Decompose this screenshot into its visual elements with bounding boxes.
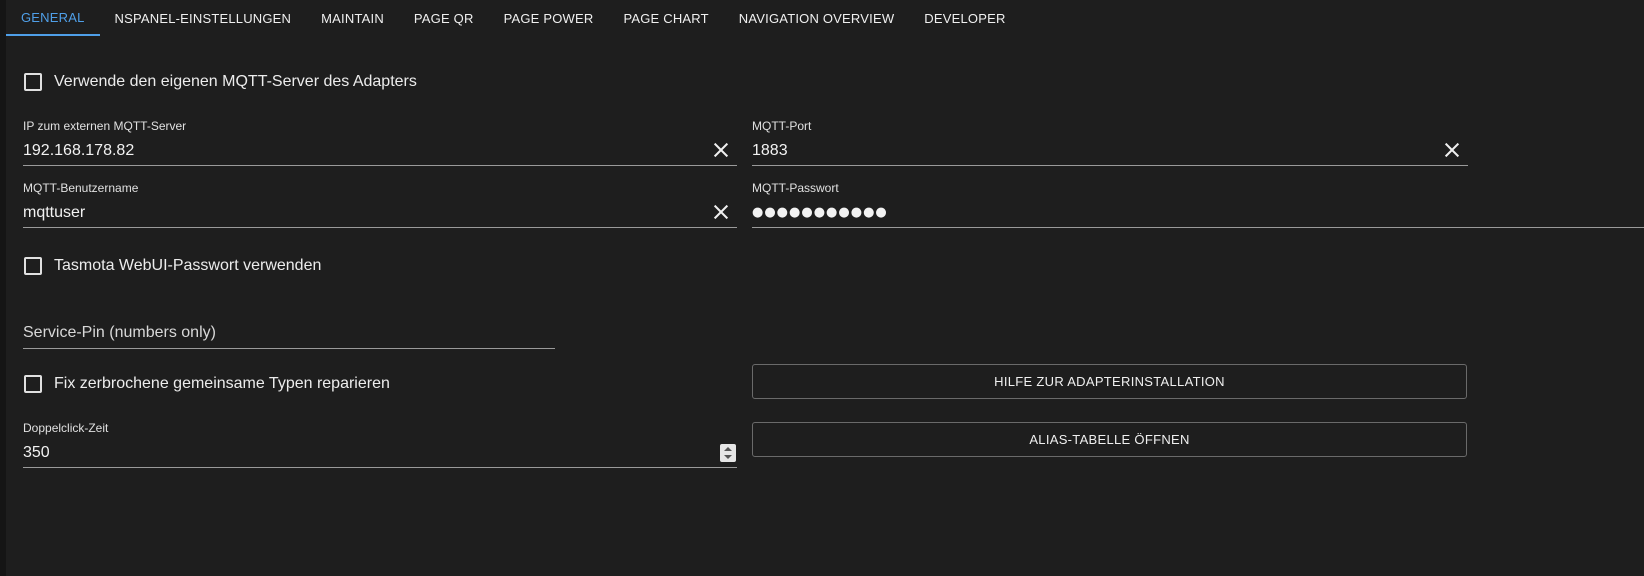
mqtt-port-input[interactable]: 1883 [752,142,788,160]
tab-general[interactable]: GENERAL [6,0,100,36]
number-stepper-icon[interactable] [720,444,736,462]
left-edge-bar [0,0,6,576]
mqtt-password-label: MQTT-Passwort [752,181,839,195]
close-icon[interactable] [713,204,729,220]
mqtt-user-field[interactable]: MQTT-Benutzername mqttuser [23,181,737,228]
stepper-down-icon[interactable] [724,455,732,459]
open-alias-table-button[interactable]: ALIAS-TABELLE ÖFFNEN [752,422,1467,457]
tasmota-password-checkbox[interactable] [24,257,42,275]
tasmota-password-checkbox-row[interactable]: Tasmota WebUI-Passwort verwenden [24,256,321,276]
mqtt-user-label: MQTT-Benutzername [23,181,139,195]
service-pin-input[interactable]: Service-Pin (numbers only) [23,324,216,342]
close-icon[interactable] [1444,142,1460,158]
own-mqtt-label: Verwende den eigenen MQTT-Server des Ada… [54,73,417,90]
tab-nspanel-einstellungen[interactable]: NSPANEL-EINSTELLUNGEN [100,0,307,36]
own-mqtt-checkbox-row[interactable]: Verwende den eigenen MQTT-Server des Ada… [24,72,417,92]
doubleclick-time-label: Doppelclick-Zeit [23,421,109,435]
service-pin-field[interactable]: Service-Pin (numbers only) [23,310,555,349]
fix-types-checkbox[interactable] [24,375,42,393]
mqtt-port-label: MQTT-Port [752,119,812,133]
tab-bar: GENERAL NSPANEL-EINSTELLUNGEN MAINTAIN P… [6,0,1021,36]
fix-types-label: Fix zerbrochene gemeinsame Typen reparie… [54,375,390,392]
tab-navigation-overview[interactable]: NAVIGATION OVERVIEW [724,0,910,36]
adapter-install-help-button[interactable]: HILFE ZUR ADAPTERINSTALLATION [752,364,1467,399]
mqtt-ip-input[interactable]: 192.168.178.82 [23,142,134,160]
mqtt-password-input[interactable]: ●●●●●●●●●●● [752,205,888,220]
tasmota-password-label: Tasmota WebUI-Passwort verwenden [54,257,322,274]
stepper-up-icon[interactable] [724,447,732,451]
mqtt-port-field[interactable]: MQTT-Port 1883 [752,119,1468,166]
own-mqtt-checkbox[interactable] [24,73,42,91]
tab-page-power[interactable]: PAGE POWER [489,0,609,36]
close-icon[interactable] [713,142,729,158]
tab-page-chart[interactable]: PAGE CHART [608,0,723,36]
mqtt-user-input[interactable]: mqttuser [23,204,85,222]
doubleclick-time-field[interactable]: Doppelclick-Zeit 350 [23,421,737,468]
doubleclick-time-input[interactable]: 350 [23,444,50,462]
mqtt-ip-label: IP zum externen MQTT-Server [23,119,187,133]
tab-developer[interactable]: DEVELOPER [909,0,1020,36]
fix-types-checkbox-row[interactable]: Fix zerbrochene gemeinsame Typen reparie… [24,374,390,394]
tab-maintain[interactable]: MAINTAIN [306,0,399,36]
mqtt-password-field[interactable]: MQTT-Passwort ●●●●●●●●●●● [752,181,1644,228]
mqtt-ip-field[interactable]: IP zum externen MQTT-Server 192.168.178.… [23,119,737,166]
tab-page-qr[interactable]: PAGE QR [399,0,489,36]
